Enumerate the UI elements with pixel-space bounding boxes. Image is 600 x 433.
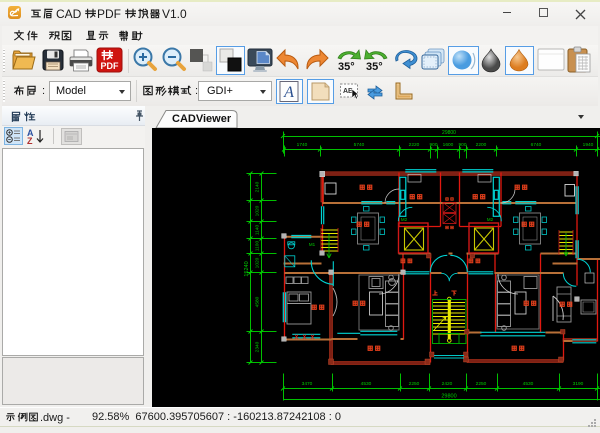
svg-text:29800: 29800 (441, 394, 456, 400)
svg-text:1740: 1740 (297, 142, 308, 148)
svg-text:1600: 1600 (443, 142, 454, 148)
svg-text:900: 900 (458, 142, 466, 148)
svg-text:1140: 1140 (255, 225, 261, 236)
svg-text:Z: Z (27, 136, 33, 145)
svg-text:2250: 2250 (476, 381, 487, 387)
svg-text:35°: 35° (366, 61, 383, 73)
svg-text:2340: 2340 (255, 341, 261, 352)
svg-text:35°: 35° (338, 61, 355, 73)
svg-text:3190: 3190 (573, 381, 584, 387)
svg-text:5740: 5740 (354, 142, 365, 148)
svg-text:29800: 29800 (442, 130, 456, 136)
svg-text:AB: AB (343, 88, 353, 95)
svg-text:4530: 4530 (523, 381, 534, 387)
svg-text:6740: 6740 (531, 142, 542, 148)
svg-text:4580: 4580 (255, 296, 261, 307)
svg-text:2140: 2140 (255, 181, 261, 192)
svg-text:PDF: PDF (97, 7, 121, 21)
svg-text:1020: 1020 (255, 205, 261, 216)
svg-text:PDF: PDF (101, 61, 120, 71)
svg-text:3470: 3470 (302, 381, 313, 387)
svg-text:900: 900 (429, 142, 437, 148)
svg-text:.dwg -: .dwg - (40, 412, 70, 424)
svg-text:2250: 2250 (409, 381, 420, 387)
svg-text:M2: M2 (487, 217, 494, 222)
svg-text:1020: 1020 (255, 257, 261, 268)
svg-text:M2: M2 (401, 217, 408, 222)
svg-text:A: A (283, 84, 294, 101)
svg-text:V1.0: V1.0 (162, 7, 187, 21)
svg-text:1100: 1100 (255, 241, 261, 252)
svg-text:2200: 2200 (476, 142, 487, 148)
svg-text:1940: 1940 (583, 142, 594, 148)
svg-text:15240: 15240 (244, 261, 250, 276)
svg-text:M1: M1 (309, 242, 316, 247)
svg-text:2420: 2420 (442, 381, 453, 387)
svg-text:2220: 2220 (409, 142, 420, 148)
svg-text::: : (42, 85, 45, 97)
svg-text:4530: 4530 (361, 381, 372, 387)
svg-text:CAD: CAD (56, 7, 82, 21)
